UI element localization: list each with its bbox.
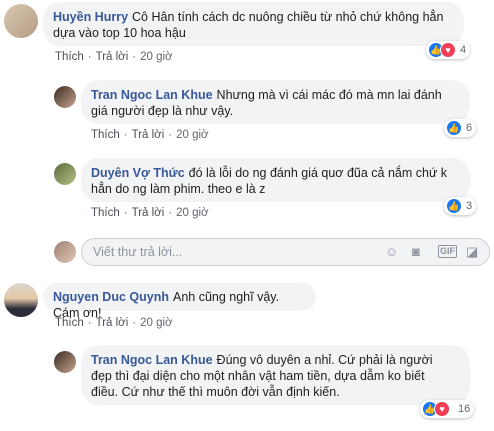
comment-text: hẳn do ng làm phim. theo e là z xyxy=(91,182,266,196)
comment-text: đẹp thì đại diện cho một nhân vật ham ti… xyxy=(91,369,425,383)
reaction-summary[interactable]: 👍 ♥ 4 xyxy=(426,41,471,59)
comment-actions: Thích · Trả lời · 20 giờ xyxy=(91,207,209,219)
avatar[interactable] xyxy=(4,4,38,38)
reaction-count: 3 xyxy=(466,200,473,212)
comment-text: điều. Cứ như thế thì muôn đời vẫn định k… xyxy=(91,385,340,399)
gif-icon[interactable]: GIF xyxy=(438,245,457,258)
comment-text: Đúng vô duyên a nhỉ. Cứ phải là người xyxy=(216,353,433,367)
camera-icon[interactable]: ◙ xyxy=(412,244,420,259)
reaction-summary[interactable]: 👍 3 xyxy=(444,197,477,215)
like-icon: 👍 xyxy=(446,198,462,214)
timestamp[interactable]: 20 giờ xyxy=(140,51,172,63)
comment-text: giá người đẹp là như vậy. xyxy=(91,104,234,118)
reaction-count: 16 xyxy=(458,403,471,415)
love-icon: ♥ xyxy=(440,42,456,58)
commenter-name[interactable]: Nguyen Duc Quynh xyxy=(53,290,169,304)
like-button[interactable]: Thích xyxy=(55,51,84,63)
avatar[interactable] xyxy=(54,351,76,373)
reply-button[interactable]: Trả lời xyxy=(132,207,165,219)
comment-bubble: Nguyen Duc Quynh Anh cũng nghĩ vậy. Cám ơ… xyxy=(43,283,316,320)
reaction-summary[interactable]: 👍 6 xyxy=(444,119,477,137)
reaction-count: 4 xyxy=(460,44,467,56)
like-button[interactable]: Thích xyxy=(91,207,120,219)
timestamp[interactable]: 20 giờ xyxy=(176,129,208,141)
reply-button[interactable]: Trả lời xyxy=(96,317,129,329)
avatar[interactable] xyxy=(4,283,38,317)
comment-bubble: Duyên Vợ Thức đó là lỗi do ng đánh giá qu… xyxy=(81,158,470,202)
comment-bubble: Huyền Hurry Cô Hân tính cách dc nuông chi… xyxy=(43,2,464,46)
comment-text: Nhưng mà vì cái mác đó mà mn lai đánh xyxy=(216,88,442,102)
comment-text: dựa vào top 10 hoa hậu xyxy=(53,26,186,40)
comment-text: đó là lỗi do ng đánh giá quơ đũa cả nắm … xyxy=(188,166,448,180)
commenter-name[interactable]: Huyền Hurry xyxy=(53,10,128,24)
avatar[interactable] xyxy=(54,86,76,108)
commenter-name[interactable]: Tran Ngoc Lan Khue xyxy=(91,88,213,102)
comment-text: Cô Hân tính cách dc nuông chiều từ nhỏ c… xyxy=(132,10,444,24)
comment-bubble: Tran Ngoc Lan Khue Đúng vô duyên a nhỉ. C… xyxy=(81,345,470,405)
like-icon: 👍 xyxy=(446,120,462,136)
like-button[interactable]: Thích xyxy=(91,129,120,141)
avatar[interactable] xyxy=(54,163,76,185)
timestamp[interactable]: 20 giờ xyxy=(140,317,172,329)
commenter-name[interactable]: Duyên Vợ Thức xyxy=(91,166,185,180)
comment-actions: Thích · Trả lời · 20 giờ xyxy=(91,129,209,141)
comment-actions: Thích · Trả lời · 20 giờ xyxy=(55,317,173,329)
commenter-name[interactable]: Tran Ngoc Lan Khue xyxy=(91,353,213,367)
comment-bubble: Tran Ngoc Lan Khue Nhưng mà vì cái mác đó… xyxy=(81,80,470,124)
timestamp[interactable]: 20 giờ xyxy=(176,207,208,219)
sticker-icon[interactable]: ◪ xyxy=(466,244,478,260)
reaction-count: 6 xyxy=(466,122,473,134)
emoji-icon[interactable]: ☺ xyxy=(385,244,398,259)
reply-placeholder[interactable]: Viết thư trả lời... xyxy=(93,245,182,259)
avatar xyxy=(54,241,76,263)
like-button[interactable]: Thích xyxy=(55,317,84,329)
reply-button[interactable]: Trả lời xyxy=(132,129,165,141)
reply-button[interactable]: Trả lời xyxy=(96,51,129,63)
reaction-summary[interactable]: 👍 ♥ 16 xyxy=(420,400,475,418)
love-icon: ♥ xyxy=(434,401,450,417)
comment-actions: Thích · Trả lời · 20 giờ xyxy=(55,51,173,63)
